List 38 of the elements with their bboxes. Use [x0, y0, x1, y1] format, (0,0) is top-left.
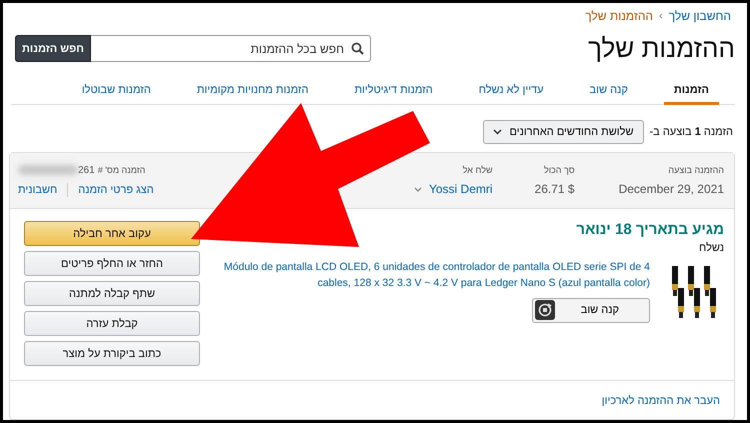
search-orders-button[interactable]: חפש הזמנות: [15, 35, 91, 62]
breadcrumb-separator: ›: [659, 10, 663, 22]
blurred-text: [18, 165, 78, 175]
recipient-link[interactable]: Yossi Demri: [428, 182, 493, 196]
tab[interactable]: הזמנות שבוטלו: [72, 84, 161, 105]
archive-order-link[interactable]: העבר את ההזמנה לארכיון: [602, 395, 720, 407]
order-action-button[interactable]: שתף קבלה למתנה: [24, 281, 200, 306]
tab[interactable]: קנה שוב: [580, 84, 638, 105]
order-total: $ 26.71: [534, 182, 575, 196]
search-icon: [351, 42, 364, 55]
period-dropdown[interactable]: שלושת החודשים האחרונים: [482, 120, 644, 144]
order-number-label: הזמנה מס' #: [98, 165, 146, 175]
ship-to-label: שלח אל: [462, 165, 493, 175]
order-date: December 29, 2021: [618, 182, 724, 196]
tab[interactable]: הזמנות דיגיטליות: [344, 84, 443, 105]
order-action-button[interactable]: קבלת עזרה: [24, 311, 200, 336]
order-action-button[interactable]: החזר או החלף פריטים: [24, 251, 200, 276]
breadcrumb-link[interactable]: החשבון שלך: [668, 9, 731, 23]
total-label: סך הכול: [542, 165, 575, 175]
invoice-link[interactable]: חשבונית: [18, 184, 58, 196]
tab[interactable]: הזמנות מחנויות מקומיות: [186, 84, 318, 105]
delivery-status: מגיע בתאריך 18 ינואר: [575, 221, 724, 238]
chevron-icon: [414, 186, 422, 192]
page-title: ההזמנות שלך: [588, 33, 735, 64]
search-field[interactable]: חפש בכל ההזמנות: [91, 35, 371, 62]
tab[interactable]: עדיין לא נשלח: [468, 84, 554, 105]
order-action-button[interactable]: כתוב ביקורת על מוצר: [24, 341, 200, 366]
tab[interactable]: הזמנות: [664, 84, 719, 105]
breadcrumb-link[interactable]: ההזמנות שלך: [585, 9, 654, 23]
order-number: 261: [78, 164, 95, 176]
buy-again-button[interactable]: קנה שוב: [532, 298, 650, 322]
chevron-icon: [492, 129, 502, 135]
order-action-button[interactable]: עקוב אחר חבילה: [24, 221, 200, 246]
order-details-link[interactable]: הצג פרטי הזמנה: [78, 184, 154, 196]
order-date-label: ההזמנה בוצעה: [667, 165, 724, 175]
shipment-status: נשלח: [698, 242, 724, 254]
product-link[interactable]: Módulo de pantalla LCD OLED, 6 unidades de controlador de pantalla OLED serie SPI de 4 cables, 128 x 32 3.3 V ~ 4.2 V para Ledger Nano S (azul pantalla color): [218, 260, 650, 292]
reorder-icon: [535, 300, 555, 320]
